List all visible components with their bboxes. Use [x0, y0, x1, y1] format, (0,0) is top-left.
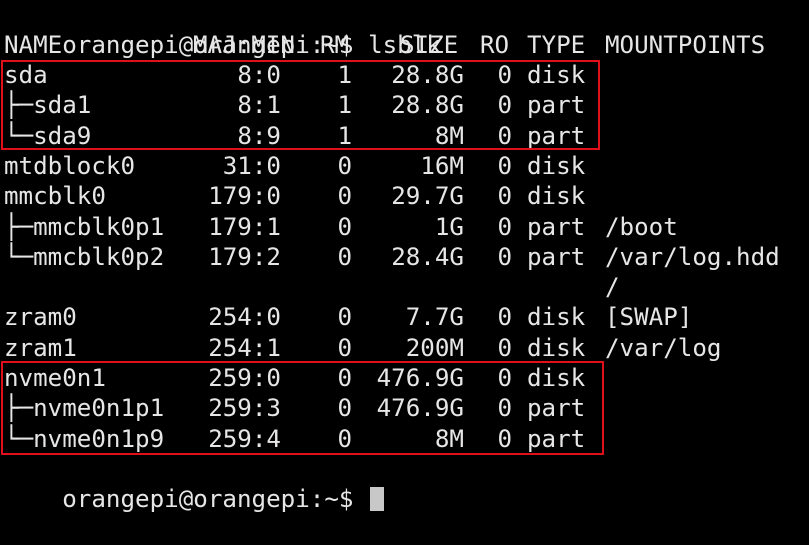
- device-rm: 0: [337, 242, 352, 271]
- header-mountpoints: MOUNTPOINTS: [605, 31, 766, 59]
- device-name: └─mmcblk0p2: [4, 242, 165, 271]
- device-ro: 0: [497, 333, 512, 362]
- highlight-box-sda: [1, 60, 600, 150]
- table-row: └─mmcblk0p2 179:2 0 28.4G 0 part/var/log.hdd: [4, 242, 804, 272]
- device-size: 29.7G: [391, 182, 464, 211]
- device-name: ├─mmcblk0p1: [4, 212, 165, 241]
- device-majmin: 179:1: [208, 212, 281, 241]
- device-mountpoint: [SWAP]: [605, 303, 693, 332]
- device-size: 16M: [420, 151, 464, 180]
- table-row: ├─mmcblk0p1 179:1 0 1G 0 part/boot: [4, 212, 804, 242]
- header-majmin: MAJ:MIN: [193, 31, 295, 59]
- device-ro: 0: [497, 151, 512, 180]
- device-ro: 0: [497, 212, 512, 241]
- device-rm: 0: [337, 182, 352, 211]
- device-rm: 0: [337, 212, 352, 241]
- table-row: mmcblk0 179:0 0 29.7G 0 disk: [4, 181, 804, 211]
- device-size: 7.7G: [405, 303, 464, 332]
- device-type: part: [527, 242, 586, 271]
- header-rm: RM: [320, 31, 350, 59]
- device-majmin: 31:0: [222, 151, 281, 180]
- device-rm: 0: [337, 151, 352, 180]
- final-prompt-line: orangepi@orangepi:~$: [4, 454, 385, 513]
- header-type: TYPE: [527, 31, 586, 59]
- device-size: 28.4G: [391, 242, 464, 271]
- table-row: zram0 254:0 0 7.7G 0 disk [SWAP]: [4, 302, 804, 332]
- device-ro: 0: [497, 182, 512, 211]
- header-ro: RO: [480, 31, 510, 59]
- device-mountpoint: /var/log: [605, 333, 722, 362]
- table-row: zram1 254:1 0 200M 0 disk/var/log: [4, 333, 804, 363]
- text-cursor: [370, 487, 385, 512]
- device-mountpoint: /boot: [605, 212, 678, 241]
- device-mountpoint: /: [605, 273, 620, 302]
- device-name: zram1: [4, 333, 77, 362]
- device-type: disk: [527, 333, 586, 362]
- device-ro: 0: [497, 303, 512, 332]
- device-type: disk: [527, 303, 586, 332]
- device-name: zram0: [4, 303, 77, 332]
- command-prompt-line: orangepi@orangepi:~$ lsblk: [4, 0, 441, 59]
- device-ro: 0: [497, 242, 512, 271]
- device-mountpoint: /var/log.hdd: [605, 242, 780, 271]
- device-type: disk: [527, 151, 586, 180]
- device-name: mmcblk0: [4, 182, 106, 211]
- header-name: NAME: [4, 31, 63, 59]
- highlight-box-nvme: [1, 361, 604, 455]
- device-rm: 0: [337, 333, 352, 362]
- table-row: /: [4, 272, 804, 302]
- device-majmin: 179:2: [208, 242, 281, 271]
- device-name: mtdblock0: [4, 151, 136, 180]
- device-majmin: 254:1: [208, 333, 281, 362]
- table-row: mtdblock0 31:0 0 16M 0 disk: [4, 151, 804, 181]
- device-size: 1G: [434, 212, 464, 241]
- terminal-window[interactable]: orangepi@orangepi:~$ lsblk NAME MAJ:MIN …: [0, 0, 809, 513]
- final-prompt-text: orangepi@orangepi:~$: [62, 485, 354, 514]
- device-type: disk: [527, 182, 586, 211]
- device-size: 200M: [405, 333, 464, 362]
- device-majmin: 254:0: [208, 303, 281, 332]
- device-type: part: [527, 212, 586, 241]
- device-majmin: 179:0: [208, 182, 281, 211]
- device-rm: 0: [337, 303, 352, 332]
- header-size: SIZE: [400, 31, 459, 59]
- table-header: NAME MAJ:MIN RM SIZE RO TYPE MOUNTPOINTS: [4, 30, 804, 60]
